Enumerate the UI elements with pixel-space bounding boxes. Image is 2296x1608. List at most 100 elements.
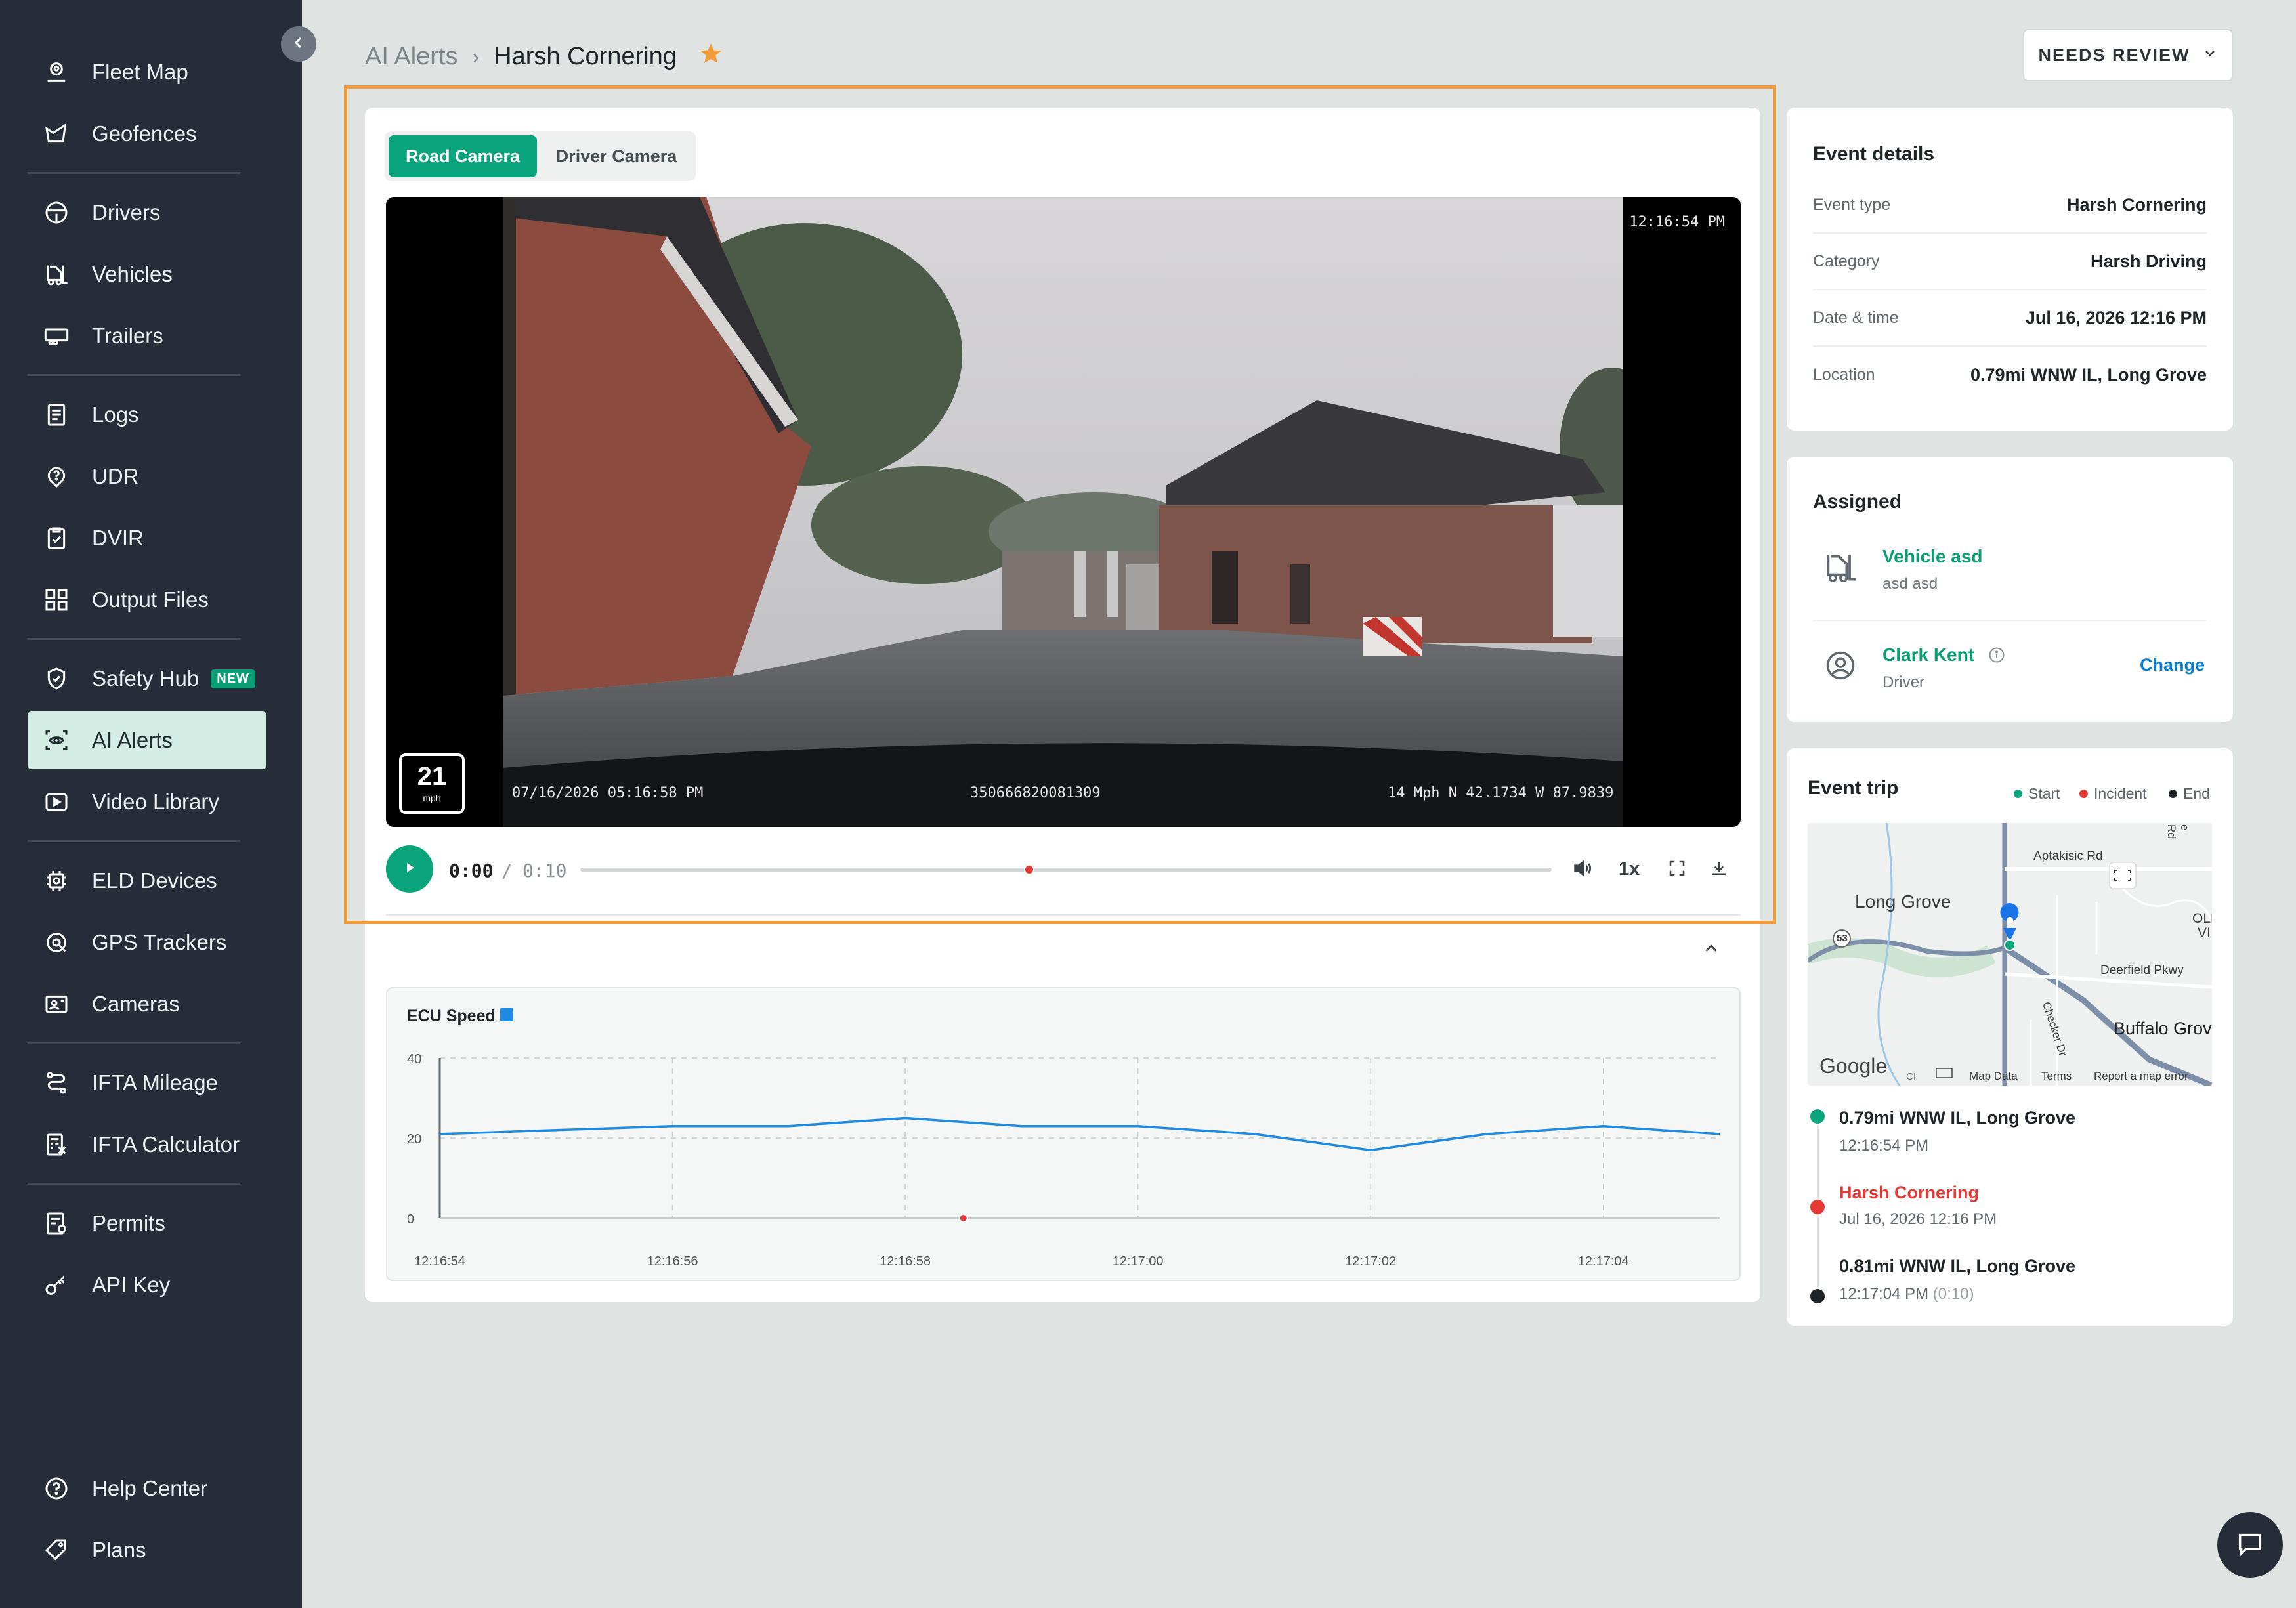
map-label-area: OLD: [2192, 911, 2212, 926]
chat-button[interactable]: [2217, 1512, 2283, 1578]
sidebar-divider: [28, 1042, 240, 1044]
event-trip-card: Event trip Start Incident End Long Grove…: [1787, 748, 2233, 1326]
x-tick-label: 12:17:00: [1113, 1254, 1164, 1269]
route-shield-label: 53: [1837, 933, 1848, 944]
sidebar-item-udr[interactable]: UDR: [28, 448, 266, 505]
sidebar-item-ai-alerts[interactable]: AI Alerts: [28, 711, 266, 769]
sidebar-item-dvir[interactable]: DVIR: [28, 509, 266, 567]
map-label-area: VI: [2198, 925, 2211, 941]
geofence-icon: [35, 113, 77, 155]
sidebar-item-label: DVIR: [92, 526, 144, 550]
sidebar-item-logs[interactable]: Logs: [28, 386, 266, 444]
sidebar-item-drivers[interactable]: Drivers: [28, 184, 266, 242]
breadcrumb-root-link[interactable]: AI Alerts: [365, 43, 458, 71]
sidebar-item-eld-devices[interactable]: ELD Devices: [28, 852, 266, 910]
google-logo: Google: [1819, 1054, 1888, 1078]
sidebar-item-vehicles[interactable]: Vehicles: [28, 245, 266, 303]
detail-value: Harsh Driving: [2090, 251, 2207, 271]
detail-row: Category Harsh Driving: [1813, 234, 2207, 290]
sidebar-item-geofences[interactable]: Geofences: [28, 105, 266, 163]
sidebar-item-help-center[interactable]: Help Center: [28, 1460, 266, 1517]
sidebar-item-label: IFTA Mileage: [92, 1070, 218, 1095]
sidebar-item-permits[interactable]: Permits: [28, 1195, 266, 1252]
trip-map[interactable]: Long Grove Buffalo Grov Aptakisic Rd Dee…: [1808, 823, 2212, 1086]
sidebar-item-label: AI Alerts: [92, 728, 173, 752]
grid-files-icon: [35, 579, 77, 621]
collapse-sidebar-button[interactable]: [281, 26, 316, 62]
map-label-town: Buffalo Grov: [2114, 1019, 2212, 1038]
sidebar-divider: [28, 374, 240, 376]
driver-role: Driver: [1882, 673, 1924, 691]
sidebar-item-label: API Key: [92, 1273, 171, 1297]
x-tick-label: 12:17:02: [1345, 1254, 1396, 1269]
star-icon[interactable]: [699, 41, 723, 72]
map-data-link[interactable]: Map Data: [1969, 1070, 2018, 1083]
breadcrumb: AI Alerts › Harsh Cornering: [365, 38, 723, 75]
sidebar-item-safety-hub[interactable]: Safety Hub NEW: [28, 650, 266, 708]
y-tick-label: 20: [407, 1132, 421, 1147]
sidebar-item-label: Plans: [92, 1538, 146, 1562]
driver-link[interactable]: Clark Kent: [1882, 645, 1974, 666]
x-tick-label: 12:16:58: [880, 1254, 931, 1269]
help-icon: [35, 1468, 77, 1510]
sidebar-divider: [28, 1183, 240, 1185]
timeline-incident-title[interactable]: Harsh Cornering: [1839, 1183, 1979, 1203]
page-title: Harsh Cornering: [494, 42, 677, 70]
permit-icon: [35, 1202, 77, 1244]
route-icon: [35, 1062, 77, 1104]
selection-highlight: [344, 85, 1776, 924]
legend-dot: [2079, 790, 2088, 798]
sidebar-item-gps-trackers[interactable]: GPS Trackers: [28, 914, 266, 971]
timeline-end-duration: (0:10): [1932, 1285, 1974, 1303]
y-tick-label: 40: [407, 1052, 421, 1067]
map-report-link[interactable]: Report a map error: [2094, 1070, 2188, 1083]
forklift-icon: [35, 253, 77, 295]
sidebar-item-plans[interactable]: Plans: [28, 1521, 266, 1579]
sidebar-item-label: Drivers: [92, 200, 161, 224]
sidebar-item-output-files[interactable]: Output Files: [28, 571, 266, 629]
ecu-speed-line: [439, 1116, 1720, 1152]
sidebar-item-api-key[interactable]: API Key: [28, 1256, 266, 1314]
ecu-speed-chart: ECU Speed 0 20 40 12:16:54 12:16:56 12:16:58 1…: [386, 987, 1741, 1281]
logs-icon: [35, 394, 77, 436]
map-label-road: Aptakisic Rd: [2033, 849, 2103, 863]
chevron-up-icon[interactable]: [1701, 939, 1721, 962]
gps-tracker-icon: [35, 921, 77, 963]
sidebar-item-cameras[interactable]: Cameras: [28, 975, 266, 1033]
detail-value: Jul 16, 2026 12:16 PM: [2025, 307, 2207, 328]
map-terms-link[interactable]: Terms: [2041, 1070, 2072, 1083]
timeline-end-title: 0.81mi WNW IL, Long Grove: [1839, 1256, 2076, 1276]
tag-icon: [35, 1529, 77, 1571]
sidebar-item-ifta-mileage[interactable]: IFTA Mileage: [28, 1054, 266, 1112]
x-tick-label: 12:16:56: [647, 1254, 698, 1269]
status-label: NEEDS REVIEW: [2038, 45, 2190, 65]
chart-plot: 0 20 40 12:16:54 12:16:56 12:16:58 12:17:00 12:…: [407, 1052, 1720, 1269]
legend-incident: Incident: [2079, 785, 2147, 803]
timeline-end-time: 12:17:04 PM (0:10): [1839, 1285, 1974, 1303]
sidebar-item-video-library[interactable]: Video Library: [28, 773, 266, 831]
map-roads: [1808, 823, 2212, 1086]
sidebar-item-trailers[interactable]: Trailers: [28, 307, 266, 365]
sidebar-item-ifta-calculator[interactable]: IFTA Calculator: [28, 1116, 266, 1174]
sidebar-item-label: IFTA Calculator: [92, 1132, 240, 1156]
sidebar-item-label: Geofences: [92, 121, 197, 146]
vehicle-link[interactable]: Vehicle asd: [1882, 546, 1983, 567]
map-label-town: Long Grove: [1855, 891, 1951, 912]
status-dropdown-button[interactable]: NEEDS REVIEW: [2023, 29, 2233, 81]
timeline-end-time-value: 12:17:04 PM: [1839, 1285, 1929, 1303]
sidebar-item-label: Vehicles: [92, 262, 173, 286]
new-badge: NEW: [211, 669, 255, 688]
info-icon[interactable]: [1988, 646, 2006, 667]
map-label-partial: CI: [1906, 1071, 1916, 1082]
legend-dot: [2014, 790, 2022, 798]
sidebar-item-label: ELD Devices: [92, 868, 217, 893]
sidebar-item-label: Permits: [92, 1211, 165, 1235]
sidebar-item-label: GPS Trackers: [92, 930, 227, 954]
driver-avatar-icon: [1823, 648, 1858, 686]
sidebar-item-fleet-map[interactable]: Fleet Map: [28, 43, 266, 101]
assigned-card: Assigned Vehicle asd asd asd Clark Kent …: [1787, 457, 2233, 722]
y-tick-label: 0: [407, 1212, 414, 1227]
detail-label: Event type: [1813, 195, 1891, 214]
steering-wheel-icon: [35, 192, 77, 234]
change-driver-button[interactable]: Change: [2140, 655, 2205, 675]
